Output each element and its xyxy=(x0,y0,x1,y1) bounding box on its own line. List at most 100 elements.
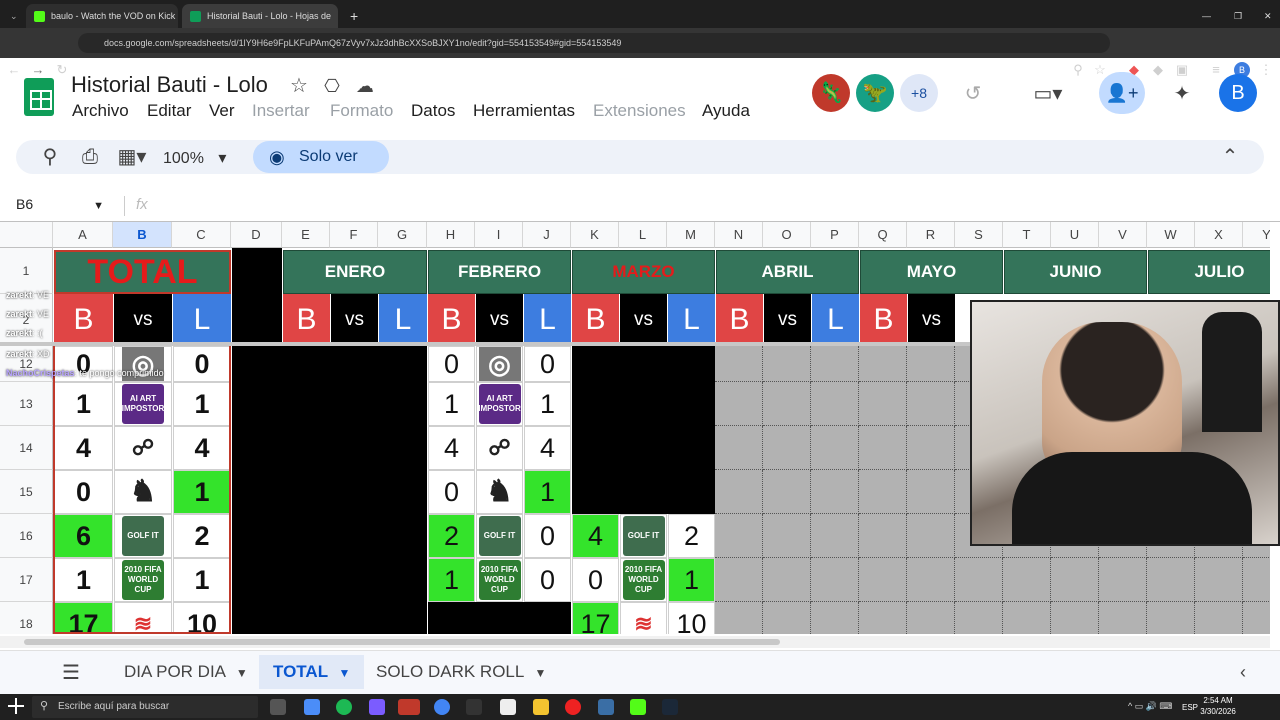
browser-menu-icon[interactable]: ⋮ xyxy=(1258,62,1274,78)
close-icon[interactable]: ✕ xyxy=(337,11,338,22)
sheet-tab-dia-por-dia[interactable]: DIA POR DIA ▼ xyxy=(110,655,262,689)
all-sheets-menu-icon[interactable]: ☰ xyxy=(62,660,80,685)
scrollbar-thumb[interactable] xyxy=(24,639,780,645)
gray-cell[interactable] xyxy=(1099,558,1147,602)
column-header-b[interactable]: B xyxy=(113,222,172,248)
column-header-g[interactable]: G xyxy=(378,222,427,248)
column-header-s[interactable]: S xyxy=(955,222,1003,248)
scroll-left-icon[interactable]: ‹ xyxy=(1240,662,1246,683)
reading-list-icon[interactable]: ≡ xyxy=(1208,62,1224,78)
column-header-m[interactable]: M xyxy=(667,222,715,248)
gray-cell[interactable] xyxy=(811,426,859,470)
gray-cell[interactable] xyxy=(1195,602,1243,634)
task-view-icon[interactable] xyxy=(270,699,286,715)
gray-cell[interactable] xyxy=(907,602,955,634)
maximize-icon[interactable]: ❐ xyxy=(1226,4,1246,28)
gray-cell[interactable] xyxy=(763,602,811,634)
gray-cell[interactable] xyxy=(859,346,907,382)
discord-icon[interactable] xyxy=(369,699,385,715)
column-header-i[interactable]: I xyxy=(475,222,523,248)
column-header-x[interactable]: X xyxy=(1195,222,1243,248)
menu-ayuda[interactable]: Ayuda xyxy=(702,101,750,121)
search-menus-icon[interactable]: ⚲ xyxy=(38,145,62,169)
collaborator-avatar[interactable]: 🦎 xyxy=(812,74,850,112)
gray-cell[interactable] xyxy=(811,514,859,558)
column-header-d[interactable]: D xyxy=(231,222,282,248)
gray-cell[interactable] xyxy=(907,426,955,470)
sheets-logo-icon[interactable] xyxy=(24,78,54,116)
opera-icon[interactable] xyxy=(565,699,581,715)
kick-icon[interactable] xyxy=(630,699,646,715)
column-header-l[interactable]: L xyxy=(619,222,667,248)
column-header-y[interactable]: Y xyxy=(1243,222,1270,248)
gray-cell[interactable] xyxy=(763,558,811,602)
gray-cell[interactable] xyxy=(1003,558,1051,602)
gray-cell[interactable] xyxy=(763,514,811,558)
gray-cell[interactable] xyxy=(715,558,763,602)
gray-cell[interactable] xyxy=(763,426,811,470)
menu-extensiones[interactable]: Extensiones xyxy=(593,101,686,121)
gray-cell[interactable] xyxy=(955,558,1003,602)
history-icon[interactable]: ↺ xyxy=(960,82,986,106)
taskbar-clock[interactable]: 2:54 AM 3/30/2026 xyxy=(1196,695,1240,717)
row-header-2[interactable]: 2 xyxy=(0,294,53,346)
gray-cell[interactable] xyxy=(907,514,955,558)
gray-cell[interactable] xyxy=(1003,602,1051,634)
gray-cell[interactable] xyxy=(1147,602,1195,634)
column-header-f[interactable]: F xyxy=(330,222,378,248)
gray-cell[interactable] xyxy=(1051,558,1099,602)
system-tray-icons[interactable]: ^ ▭ 🔊 ⌨ xyxy=(1128,701,1172,712)
row-header-16[interactable]: 16 xyxy=(0,514,53,558)
url-field[interactable]: docs.google.com/spreadsheets/d/1lY9H6e9F… xyxy=(78,33,1110,53)
reload-icon[interactable]: ↻ xyxy=(54,62,70,78)
gray-cell[interactable] xyxy=(907,470,955,514)
column-header-o[interactable]: O xyxy=(763,222,811,248)
obs-icon[interactable] xyxy=(466,699,482,715)
minimize-icon[interactable]: — xyxy=(1194,4,1214,28)
gray-cell[interactable] xyxy=(859,514,907,558)
share-add-person-icon[interactable]: 👤+ xyxy=(1099,72,1145,114)
document-title[interactable]: Historial Bauti - Lolo ☆ ⎔ ☁ xyxy=(71,72,374,98)
gemini-sparkle-icon[interactable]: ✦ xyxy=(1168,82,1196,106)
gray-cell[interactable] xyxy=(811,558,859,602)
menu-formato[interactable]: Formato xyxy=(330,101,393,121)
gray-cell[interactable] xyxy=(715,382,763,426)
gray-cell[interactable] xyxy=(859,558,907,602)
column-header-h[interactable]: H xyxy=(427,222,475,248)
extension-icon[interactable]: ◆ xyxy=(1150,62,1166,78)
zoom-select[interactable]: 100% ▾ xyxy=(163,148,226,168)
menu-herramientas[interactable]: Herramientas xyxy=(473,101,575,121)
column-header-n[interactable]: N xyxy=(715,222,763,248)
column-header-a[interactable]: A xyxy=(53,222,113,248)
column-header-k[interactable]: K xyxy=(571,222,619,248)
copilot-icon[interactable] xyxy=(304,699,320,715)
browser-tab-sheets[interactable]: Historial Bauti - Lolo - Hojas de✕ xyxy=(182,4,338,28)
row-header-13[interactable]: 13 xyxy=(0,382,53,426)
collaborator-avatar[interactable]: 🦖 xyxy=(856,74,894,112)
gray-cell[interactable] xyxy=(715,426,763,470)
gray-cell[interactable] xyxy=(763,470,811,514)
gray-cell[interactable] xyxy=(715,602,763,634)
windows-start-icon[interactable] xyxy=(8,698,24,714)
bookmark-star-icon[interactable]: ☆ xyxy=(1092,62,1108,78)
gray-cell[interactable] xyxy=(1147,558,1195,602)
more-collaborators-badge[interactable]: +8 xyxy=(900,74,938,112)
voicemod-icon[interactable] xyxy=(398,699,420,715)
extensions-puzzle-icon[interactable]: ▣ xyxy=(1174,62,1190,78)
window-close-icon[interactable]: ✕ xyxy=(1256,4,1276,28)
app-icon[interactable] xyxy=(598,699,614,715)
gray-cell[interactable] xyxy=(1243,602,1270,634)
gray-cell[interactable] xyxy=(907,558,955,602)
gray-cell[interactable] xyxy=(811,602,859,634)
steam-icon[interactable] xyxy=(662,699,678,715)
column-header-w[interactable]: W xyxy=(1147,222,1195,248)
gray-cell[interactable] xyxy=(763,382,811,426)
gray-cell[interactable] xyxy=(715,346,763,382)
taskbar-search-input[interactable]: Escribe aquí para buscar xyxy=(32,696,258,718)
column-header-q[interactable]: Q xyxy=(859,222,907,248)
gray-cell[interactable] xyxy=(955,602,1003,634)
row-header-14[interactable]: 14 xyxy=(0,426,53,470)
horizontal-scrollbar[interactable] xyxy=(0,636,1270,648)
row-header-15[interactable]: 15 xyxy=(0,470,53,514)
account-avatar[interactable]: B xyxy=(1219,74,1257,112)
